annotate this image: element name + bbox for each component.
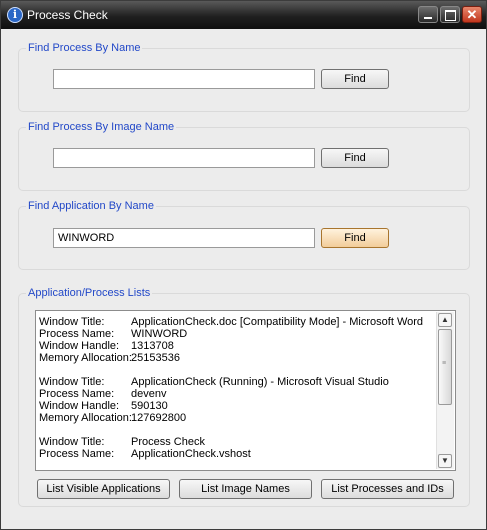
application-name-input[interactable] [53,228,315,248]
window-handle-label: Window Handle: [39,400,120,412]
results-listbox[interactable]: Window Title: ApplicationCheck.doc [Compa… [35,310,456,471]
find-image-button[interactable]: Find [321,148,389,168]
list-item: Window Title: ApplicationCheck (Running) … [39,376,434,424]
memory-allocation-value: 25153536 [131,352,180,364]
app-window: i Process Check ✕ Find Process By Name F… [0,0,487,530]
list-item: Window Title: Process Check Process Name:… [39,436,434,460]
memory-allocation-label: Memory Allocation: [39,352,132,364]
window-title-label: Window Title: [39,316,105,328]
find-process-by-image-label: Find Process By Image Name [26,121,177,133]
process-name-label: Process Name: [39,388,115,400]
title-bar[interactable]: i Process Check ✕ [1,1,486,29]
process-name-value: ApplicationCheck.vshost [131,448,251,460]
window-title-label: Window Title: [39,376,105,388]
list-visible-applications-button[interactable]: List Visible Applications [37,479,170,499]
scroll-up-button[interactable]: ▲ [438,313,452,327]
window-title-label: Window Title: [39,436,105,448]
vertical-scrollbar[interactable]: ▲ ≡ ▼ [436,312,454,469]
window-handle-value: 1313708 [131,340,174,352]
list-item: Window Title: ApplicationCheck.doc [Compa… [39,316,434,364]
find-application-label: Find Application By Name [26,200,156,212]
process-name-value: devenv [131,388,167,400]
grip-icon: ≡ [442,360,447,367]
maximize-button[interactable] [440,6,460,23]
info-icon: i [7,7,23,23]
window-title-value: ApplicationCheck (Running) - Microsoft V… [131,376,389,388]
window-handle-label: Window Handle: [39,340,120,352]
process-name-value: WINWORD [131,328,188,340]
application-process-lists-label: Application/Process Lists [26,287,153,299]
find-application-button[interactable]: Find [321,228,389,248]
process-name-label: Process Name: [39,448,115,460]
find-process-by-name-label: Find Process By Name [26,42,143,54]
scroll-down-button[interactable]: ▼ [438,454,452,468]
image-name-input[interactable] [53,148,315,168]
window-title-value: Process Check [131,436,205,448]
window-handle-value: 590130 [131,400,168,412]
close-button[interactable]: ✕ [462,6,482,23]
scroll-thumb[interactable]: ≡ [438,329,452,405]
process-name-input[interactable] [53,69,315,89]
memory-allocation-label: Memory Allocation: [39,412,132,424]
minimize-button[interactable] [418,6,438,23]
maximize-icon [445,10,456,21]
process-name-label: Process Name: [39,328,115,340]
close-icon: ✕ [466,7,478,22]
window-title-value: ApplicationCheck.doc [Compatibility Mode… [131,316,424,328]
memory-allocation-value: 127692800 [131,412,187,424]
list-image-names-button[interactable]: List Image Names [179,479,312,499]
chevron-down-icon: ▼ [441,456,449,465]
list-processes-and-ids-button[interactable]: List Processes and IDs [321,479,454,499]
window-title: Process Check [27,8,108,22]
find-process-button[interactable]: Find [321,69,389,89]
chevron-up-icon: ▲ [441,315,449,324]
minimize-icon [424,17,432,19]
